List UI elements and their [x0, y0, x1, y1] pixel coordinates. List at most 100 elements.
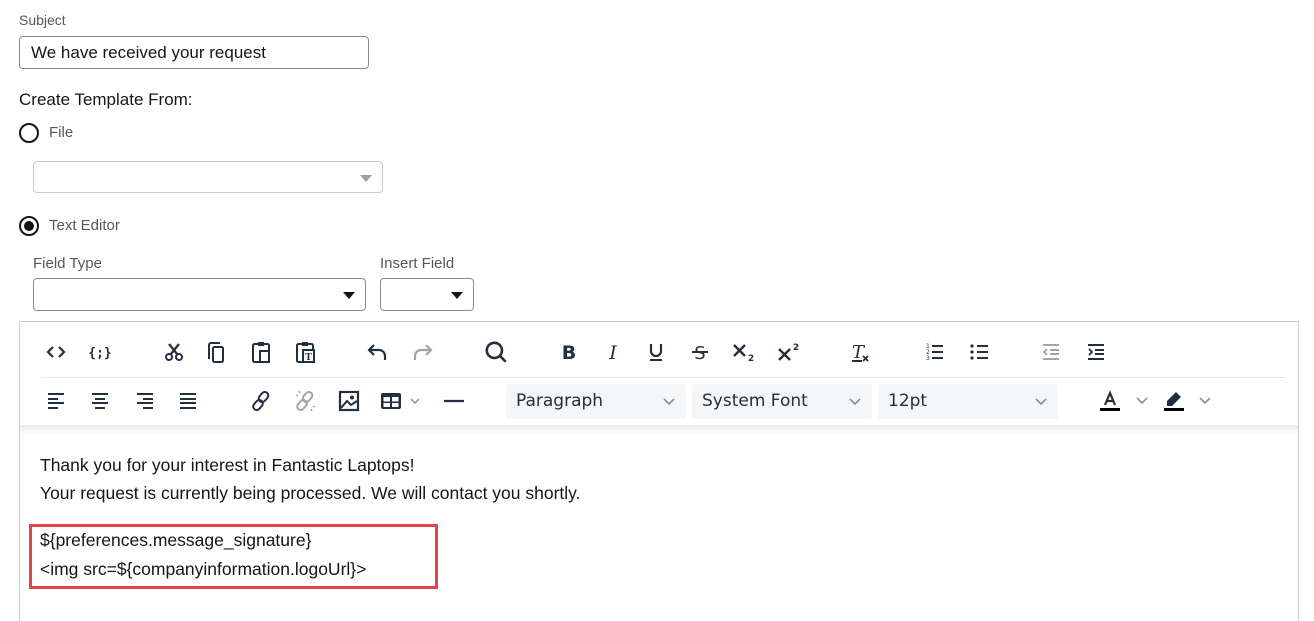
font-family-select[interactable]: System Font — [692, 384, 872, 419]
template-variable-button[interactable]: {;} — [83, 335, 117, 369]
remove-link-button[interactable] — [288, 384, 322, 418]
copy-button[interactable] — [199, 335, 233, 369]
highlight-color-dropdown[interactable] — [1193, 384, 1217, 418]
decrease-indent-button[interactable] — [1034, 335, 1068, 369]
svg-text:T: T — [305, 353, 312, 363]
align-center-icon — [92, 393, 108, 409]
horizontal-rule-icon — [444, 399, 464, 403]
unlink-icon — [295, 390, 316, 412]
ordered-list-icon: 123 — [926, 343, 943, 362]
search-icon — [485, 341, 507, 363]
increase-indent-button[interactable] — [1079, 335, 1113, 369]
strikethrough-icon: S — [692, 343, 708, 364]
insert-field-select[interactable] — [380, 278, 474, 311]
content-line: ${preferences.message_signature} — [40, 530, 312, 550]
font-size-select[interactable]: 12pt — [878, 384, 1058, 419]
paste-as-text-button[interactable]: T — [288, 335, 322, 369]
chevron-down-icon — [1199, 397, 1211, 405]
align-center-button[interactable] — [83, 384, 117, 418]
toolbar-divider — [42, 377, 1285, 378]
underline-button[interactable] — [639, 335, 673, 369]
chevron-down-icon — [849, 398, 861, 406]
link-icon — [252, 390, 270, 412]
svg-text:I: I — [608, 342, 617, 364]
copy-icon — [208, 342, 224, 363]
field-type-select[interactable] — [33, 278, 366, 311]
chevron-down-icon — [1136, 397, 1148, 405]
block-format-select[interactable]: Paragraph — [506, 384, 686, 419]
numbered-list-button[interactable]: 123 — [917, 335, 951, 369]
svg-text:{;}: {;} — [88, 346, 111, 361]
text-color-dropdown[interactable] — [1130, 384, 1154, 418]
subject-label: Subject — [19, 12, 66, 28]
align-left-button[interactable] — [39, 384, 73, 418]
bold-icon: B — [562, 342, 576, 364]
align-justify-icon — [180, 393, 196, 409]
unordered-list-icon — [970, 344, 988, 360]
cut-button[interactable] — [157, 335, 191, 369]
clear-formatting-button[interactable]: T — [843, 335, 877, 369]
subscript-icon: 2 — [733, 344, 754, 364]
subject-input[interactable]: We have received your request — [19, 36, 369, 69]
content-line: Thank you for your interest in Fantastic… — [40, 455, 415, 475]
superscript-button[interactable]: 2 — [771, 335, 805, 369]
remove-format-icon: T — [852, 342, 869, 363]
outdent-icon — [1042, 344, 1059, 360]
highlight-color-icon — [1164, 392, 1184, 411]
redo-button[interactable] — [406, 335, 440, 369]
redo-icon — [413, 344, 433, 360]
radio-text-editor-label: Text Editor — [49, 217, 120, 234]
align-right-button[interactable] — [128, 384, 162, 418]
chevron-down-icon — [410, 398, 420, 404]
svg-text:B: B — [562, 342, 576, 364]
insert-image-button[interactable] — [332, 384, 366, 418]
chevron-down-icon — [663, 398, 675, 406]
subscript-button[interactable]: 2 — [726, 335, 760, 369]
field-type-label: Field Type — [33, 255, 102, 272]
bullet-list-button[interactable] — [962, 335, 996, 369]
insert-field-label: Insert Field — [380, 255, 455, 272]
text-color-button[interactable] — [1093, 384, 1127, 418]
radio-file[interactable] — [19, 123, 39, 143]
horizontal-line-button[interactable] — [437, 384, 471, 418]
text-color-icon — [1100, 390, 1120, 411]
undo-icon — [367, 344, 387, 360]
italic-icon: I — [608, 342, 617, 364]
chevron-down-icon — [343, 292, 355, 299]
undo-button[interactable] — [360, 335, 394, 369]
curly-braces-icon: {;} — [88, 346, 111, 361]
scissors-icon — [165, 343, 183, 361]
radio-file-label: File — [49, 124, 74, 141]
svg-text:2: 2 — [793, 343, 799, 353]
font-family-value: System Font — [702, 391, 808, 411]
align-justify-button[interactable] — [171, 384, 205, 418]
paste-icon — [252, 342, 270, 363]
editor-signature-block: ${preferences.message_signature} <img sr… — [40, 526, 366, 584]
italic-button[interactable]: I — [596, 335, 630, 369]
align-right-icon — [137, 393, 153, 409]
find-replace-button[interactable] — [479, 335, 513, 369]
strikethrough-button[interactable]: S — [683, 335, 717, 369]
file-select[interactable] — [33, 161, 383, 193]
editor-body[interactable]: Thank you for your interest in Fantastic… — [40, 451, 581, 507]
code-icon — [46, 346, 66, 358]
chevron-down-icon — [360, 175, 372, 182]
paste-text-icon: T — [296, 342, 315, 363]
table-dropdown-button[interactable] — [403, 384, 427, 418]
highlight-color-button[interactable] — [1157, 384, 1191, 418]
block-format-value: Paragraph — [516, 391, 604, 411]
align-left-icon — [48, 393, 64, 409]
toolbar-shadow — [20, 425, 1298, 435]
content-line: <img src=${companyinformation.logoUrl}> — [40, 559, 367, 579]
chevron-down-icon — [451, 292, 463, 299]
font-size-value: 12pt — [888, 391, 928, 411]
svg-text:3: 3 — [926, 355, 930, 362]
underline-icon — [649, 344, 663, 361]
bold-button[interactable]: B — [552, 335, 586, 369]
image-icon — [338, 390, 360, 412]
paste-button[interactable] — [244, 335, 278, 369]
insert-link-button[interactable] — [244, 384, 278, 418]
radio-text-editor[interactable] — [19, 216, 39, 236]
content-line: Your request is currently being processe… — [40, 483, 581, 503]
source-code-button[interactable] — [39, 335, 73, 369]
